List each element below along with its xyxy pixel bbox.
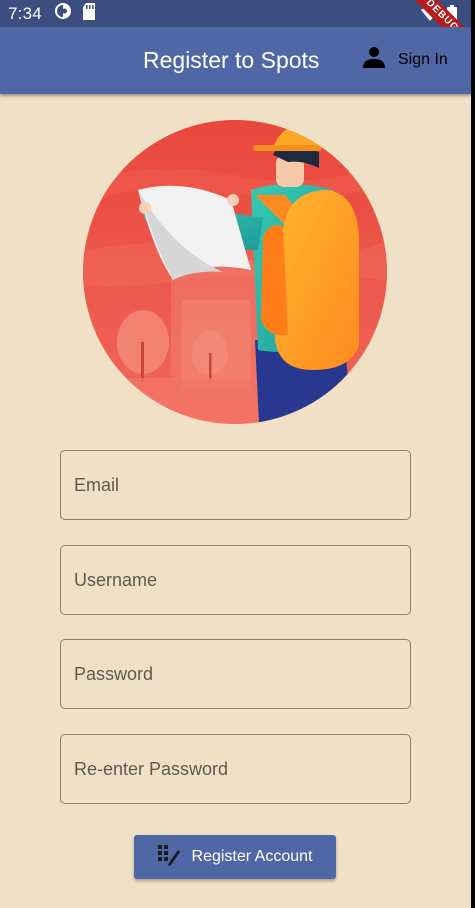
explorer-illustration [83,120,387,424]
password-field[interactable] [60,639,411,709]
email-field[interactable] [60,450,411,520]
sd-card-icon [82,2,96,25]
sign-in-button[interactable]: Sign In [362,45,448,74]
sign-in-label: Sign In [398,50,448,68]
app-bar: Register to Spots Sign In [0,27,471,94]
reenter-password-field[interactable] [60,734,411,804]
register-account-label: Register Account [191,848,313,865]
username-input[interactable] [74,546,410,614]
status-time: 7:34 [8,3,42,23]
email-input[interactable] [74,451,410,519]
explorer-with-map-icon [83,120,387,424]
register-account-button[interactable]: Register Account [134,835,336,879]
username-field[interactable] [60,545,411,615]
person-icon [362,45,386,74]
reenter-password-input[interactable] [74,735,410,803]
draw-icon [157,844,180,871]
page-title: Register to Spots [143,47,320,73]
screen-edge [471,0,475,908]
sync-icon [54,2,72,25]
status-bar: 7:34 DEBUG [0,0,471,61]
password-input[interactable] [74,640,410,708]
app-screen: 7:34 DEBUG Register to Spots Sign In Ema… [0,0,471,908]
status-icons-left [54,2,96,25]
